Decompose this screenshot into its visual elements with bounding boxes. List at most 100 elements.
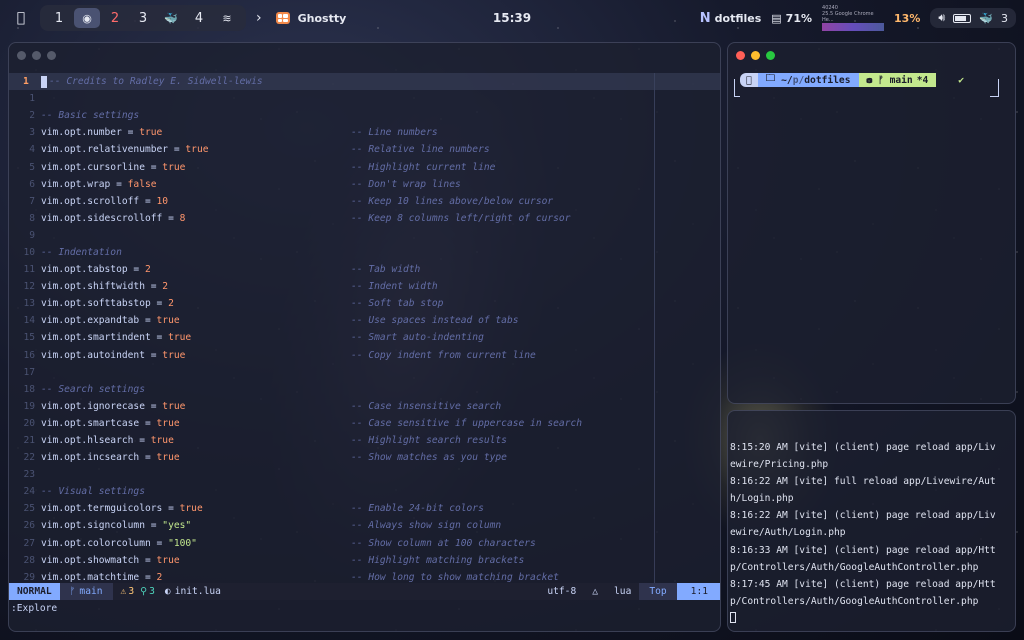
code-line[interactable]: 14 vim.opt.expandtab = true -- Use spaces …	[9, 312, 720, 329]
active-app-name[interactable]: Ghostty	[298, 12, 347, 25]
code-statement: vim.opt.cursorline =	[41, 161, 163, 173]
code-statement: vim.opt.hlsearch =	[41, 435, 151, 447]
line-number: 3	[29, 127, 35, 139]
space-1[interactable]: 1	[46, 8, 72, 28]
line-number: 13	[23, 298, 35, 310]
repo-indicator[interactable]: N dotfiles	[700, 11, 762, 26]
ghostty-app-icon	[275, 12, 290, 24]
code-comment: -- Keep 8 columns left/right of cursor	[351, 212, 571, 224]
line-number: 2	[29, 110, 35, 122]
minimize-button[interactable]	[32, 51, 41, 60]
branch-name: main	[79, 586, 103, 597]
space-2[interactable]: 2	[102, 8, 128, 28]
docker-icon[interactable]: 🐳	[158, 8, 184, 28]
zoom-button[interactable]	[766, 51, 775, 60]
folder-icon: 🗀	[760, 73, 776, 84]
menu-bar-right: N dotfiles ▤ 71% 40240 25.5 Google Chrom…	[700, 0, 1016, 36]
code-line[interactable]: 25 vim.opt.termguicolors = true -- Enable …	[9, 500, 720, 517]
lua-file-icon: ◐	[164, 586, 171, 597]
zoom-button[interactable]	[47, 51, 56, 60]
battery-icon[interactable]	[953, 13, 972, 23]
code-line[interactable]: 28 vim.opt.showmatch = true -- Highlight m…	[9, 552, 720, 569]
code-line[interactable]: 2 -- Basic settings	[9, 107, 720, 124]
code-line[interactable]: 7 vim.opt.scrolloff = 10 -- Keep 10 lines …	[9, 193, 720, 210]
code-text: vim.opt.relativenumber = true	[41, 144, 351, 155]
code-line[interactable]: 3 vim.opt.number = true -- Line numbers	[9, 124, 720, 141]
clock[interactable]: 15:39	[493, 11, 531, 25]
code-line[interactable]: 8 vim.opt.sidescrolloff = 8 -- Keep 8 colu…	[9, 210, 720, 227]
code-line[interactable]: 19 vim.opt.ignorecase = true -- Case insen…	[9, 398, 720, 415]
code-line[interactable]: 11 vim.opt.tabstop = 2 -- Tab width	[9, 261, 720, 278]
code-line[interactable]: 27 vim.opt.colorcolumn = "100" -- Show col…	[9, 535, 720, 552]
terminal-window-top[interactable]:  🗀 ~/ p/ dotfiles ⛁ ᚠ main *4 ✔	[727, 42, 1016, 404]
code-line[interactable]: 20 vim.opt.smartcase = true -- Case sensit…	[9, 415, 720, 432]
code-comment: -- Visual settings	[41, 486, 145, 498]
encoding: utf-8	[547, 586, 577, 597]
code-value: false	[127, 178, 157, 190]
space-3[interactable]: 3	[130, 8, 156, 28]
code-line[interactable]: 9	[9, 227, 720, 244]
line-number: 16	[23, 349, 35, 361]
code-line[interactable]: 24 -- Visual settings	[9, 483, 720, 500]
code-line[interactable]: 15 vim.opt.smartindent = true -- Smart aut…	[9, 329, 720, 346]
line-number: 20	[23, 417, 35, 429]
code-line[interactable]: 23	[9, 466, 720, 483]
code-value: true	[156, 452, 180, 464]
code-line[interactable]: 4 vim.opt.relativenumber = true -- Relativ…	[9, 141, 720, 158]
code-text: vim.opt.termguicolors = true	[41, 503, 351, 514]
code-line[interactable]: 13 vim.opt.softtabstop = 2 -- Soft tab sto…	[9, 295, 720, 312]
close-button[interactable]	[17, 51, 26, 60]
code-line[interactable]: 6 vim.opt.wrap = false -- Don't wrap lines	[9, 176, 720, 193]
code-statement: vim.opt.tabstop =	[41, 264, 145, 276]
line-number: 17	[23, 366, 35, 378]
line-number: 10	[23, 246, 35, 258]
mode-indicator: NORMAL	[9, 583, 60, 600]
prompt-dir-name: dotfiles	[798, 74, 850, 86]
code-statement: vim.opt.termguicolors =	[41, 503, 180, 515]
docker-status-icon[interactable]: 🐳	[979, 12, 993, 25]
code-line[interactable]: 10 -- Indentation	[9, 244, 720, 261]
chrome-percent[interactable]: 13%	[894, 12, 920, 25]
code-line[interactable]: 12 vim.opt.shiftwidth = 2 -- Indent width	[9, 278, 720, 295]
code-line[interactable]: 5 vim.opt.cursorline = true -- Highlight c…	[9, 158, 720, 175]
spotify-icon[interactable]: ≋	[214, 8, 240, 28]
neovim-window[interactable]: 1 -- Credits to Radley E. Sidwell-lewis 1 2…	[8, 42, 721, 632]
command-line[interactable]: :Explore	[11, 603, 57, 614]
code-line[interactable]: 16 vim.opt.autoindent = true -- Copy inden…	[9, 347, 720, 364]
terminal-window-bottom[interactable]: 8:15:20 AM [vite] (client) page reload a…	[727, 410, 1016, 632]
line-number: 24	[23, 486, 35, 498]
code-line[interactable]: 1 -- Credits to Radley E. Sidwell-lewis	[9, 73, 720, 91]
code-line[interactable]: 17	[9, 364, 720, 381]
code-buffer[interactable]: 1 -- Credits to Radley E. Sidwell-lewis 1 2…	[9, 73, 720, 586]
code-line[interactable]: 26 vim.opt.signcolumn = "yes" -- Always sh…	[9, 517, 720, 534]
code-value: 8	[179, 212, 186, 224]
prompt-branch: main	[883, 74, 913, 86]
cpu-graph[interactable]: 40240 25.5 Google Chrome He...	[822, 5, 885, 31]
space-4[interactable]: 4	[186, 8, 212, 28]
close-button[interactable]	[736, 51, 745, 60]
chrome-icon[interactable]: ◉	[74, 8, 100, 28]
cpu-indicator[interactable]: ▤ 71%	[771, 12, 812, 25]
volume-icon[interactable]: 🔊︎	[938, 11, 945, 25]
code-line[interactable]: 22 vim.opt.incsearch = true -- Show matche…	[9, 449, 720, 466]
code-comment: -- Credits to Radley E. Sidwell-lewis	[49, 76, 263, 88]
notification-count[interactable]: 3	[1001, 12, 1008, 25]
code-value: 2	[144, 264, 151, 276]
cpu-sparkline	[822, 23, 885, 31]
code-text: vim.opt.sidescrolloff = 8	[41, 213, 351, 224]
apple-icon[interactable]: 	[8, 10, 34, 26]
line-number: 19	[23, 400, 35, 412]
code-line[interactable]: 18 -- Search settings	[9, 381, 720, 398]
code-statement: vim.opt.signcolumn =	[41, 520, 163, 532]
line-number: 18	[23, 383, 35, 395]
code-text: vim.opt.autoindent = true	[41, 350, 351, 361]
github-icon: ⛁ ᚠ	[860, 74, 884, 86]
log-line: ewire/Pricing.php	[730, 459, 829, 471]
code-text: vim.opt.smartindent = true	[41, 332, 351, 343]
minimize-button[interactable]	[751, 51, 760, 60]
line-number: 27	[23, 537, 35, 549]
code-text: vim.opt.expandtab = true	[41, 315, 351, 326]
code-comment: -- Indentation	[41, 246, 122, 258]
code-line[interactable]: 21 vim.opt.hlsearch = true -- Highlight se…	[9, 432, 720, 449]
code-line[interactable]: 1	[9, 90, 720, 107]
